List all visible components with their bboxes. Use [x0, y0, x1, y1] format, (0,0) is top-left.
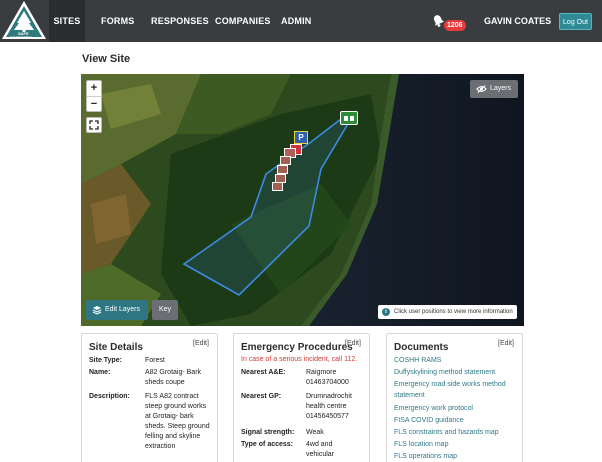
signal-strength-value: Weak — [306, 429, 324, 436]
site-name-line-2: sheds coupe — [145, 379, 185, 386]
nearest-gp-line-1: Drumnadrochit — [306, 393, 352, 400]
notification-count-badge[interactable]: 1206 — [444, 20, 466, 31]
top-navbar: SAFE FORESTRY SITES FORMS RESPONSES COMP… — [0, 0, 602, 42]
satellite-imagery — [81, 74, 524, 326]
nav-sites[interactable]: SITES — [49, 0, 85, 42]
map-info-text: Click user positions to view more inform… — [394, 309, 513, 315]
nearest-gp-label: Nearest GP: — [241, 393, 282, 400]
marker-machine-icon[interactable] — [277, 165, 288, 174]
site-description-line-3: at Grotaig- bark — [145, 413, 194, 420]
layers-button[interactable]: Layers — [470, 80, 518, 98]
access-type-line-1: 4wd and — [306, 441, 333, 448]
nearest-gp-line-2: health centre — [306, 403, 347, 410]
emergency-procedures-card: Emergency Procedures [Edit] In case of a… — [233, 333, 370, 462]
nav-forms[interactable]: FORMS — [101, 0, 135, 42]
site-description-line-4: sheds. Steep ground — [145, 423, 210, 430]
nearest-ae-line-2: 01463704000 — [306, 379, 349, 386]
edit-layers-label: Edit Layers — [105, 306, 141, 313]
fullscreen-icon — [89, 120, 99, 130]
map-info-hint: i Click user positions to view more info… — [378, 305, 517, 319]
emergency-edit-link[interactable]: [Edit] — [345, 340, 361, 347]
document-link[interactable]: FLS constraints and hazards map — [394, 428, 499, 438]
document-link[interactable]: Duffyskylining method statement — [394, 368, 495, 378]
site-details-title: Site Details — [89, 342, 143, 353]
document-link[interactable]: statement — [394, 391, 425, 401]
documents-edit-link[interactable]: [Edit] — [498, 340, 514, 347]
emergency-title: Emergency Procedures — [241, 342, 353, 353]
zoom-out-button[interactable]: − — [87, 97, 101, 112]
site-type-value: Forest — [145, 357, 165, 364]
user-name[interactable]: GAVIN COATES — [484, 0, 551, 42]
nav-companies[interactable]: COMPANIES — [215, 0, 271, 42]
document-link[interactable]: FLS location map — [394, 440, 448, 450]
site-description-line-1: FLS A82 contract — [145, 393, 199, 400]
logo-text-forestry: FORESTRY — [10, 35, 32, 40]
layers-label: Layers — [490, 85, 512, 92]
site-type-label: Site Type: — [89, 357, 122, 364]
logout-button[interactable]: Log Out — [559, 13, 592, 30]
key-button[interactable]: Key — [152, 300, 178, 320]
document-link[interactable]: FLS operations map — [394, 452, 457, 462]
zoom-control: + − — [86, 80, 102, 112]
marker-machine-icon[interactable] — [272, 182, 283, 191]
safe-forestry-logo[interactable]: SAFE FORESTRY — [1, 0, 47, 40]
access-type-label: Type of access: — [241, 441, 294, 448]
site-name-label: Name: — [89, 369, 111, 376]
marker-welfare-unit-icon[interactable] — [340, 111, 358, 125]
page-title: View Site — [82, 53, 131, 65]
edit-layers-button[interactable]: Edit Layers — [86, 300, 148, 320]
document-link[interactable]: COSHH RAMS — [394, 356, 441, 366]
documents-card: Documents [Edit] COSHH RAMS Duffyskylini… — [386, 333, 523, 462]
access-type-line-2: vehicular — [306, 451, 335, 458]
site-description-line-2: steep ground works — [145, 403, 207, 410]
eye-slash-icon — [476, 84, 487, 94]
zoom-in-button[interactable]: + — [87, 81, 101, 96]
site-map[interactable]: P + − Layers Edit Layers Key i Click use… — [81, 74, 524, 326]
nav-admin[interactable]: ADMIN — [281, 0, 312, 42]
site-details-edit-link[interactable]: [Edit] — [193, 340, 209, 347]
document-link[interactable]: Emergency work protocol — [394, 404, 473, 414]
site-description-label: Description: — [89, 393, 130, 400]
parking-label: P — [298, 133, 304, 142]
site-details-card: Site Details [Edit] Site Type: Forest Na… — [81, 333, 218, 462]
nearest-ae-label: Nearest A&E: — [241, 369, 286, 376]
document-link[interactable]: Emergency road side works method — [394, 380, 506, 390]
site-description-line-6: extraction — [145, 443, 176, 450]
signal-strength-label: Signal strength: — [241, 429, 295, 436]
document-link[interactable]: FISA COVID guidance — [394, 416, 464, 426]
site-description-line-5: felling and skyline — [145, 433, 201, 440]
layers-stack-icon — [92, 306, 102, 315]
site-name-line-1: A82 Grotaig- Bark — [145, 369, 202, 376]
fullscreen-button[interactable] — [86, 117, 102, 133]
nearest-ae-line-1: Raigmore — [306, 369, 337, 376]
emergency-alert: In case of a serious incident, call 112. — [241, 356, 358, 363]
info-icon: i — [382, 308, 390, 316]
documents-title: Documents — [394, 342, 449, 353]
nav-responses[interactable]: RESPONSES — [151, 0, 209, 42]
marker-machine-icon[interactable] — [280, 156, 291, 165]
marker-parking-icon[interactable]: P — [294, 131, 308, 144]
nearest-gp-line-3: 01456450577 — [306, 413, 349, 420]
